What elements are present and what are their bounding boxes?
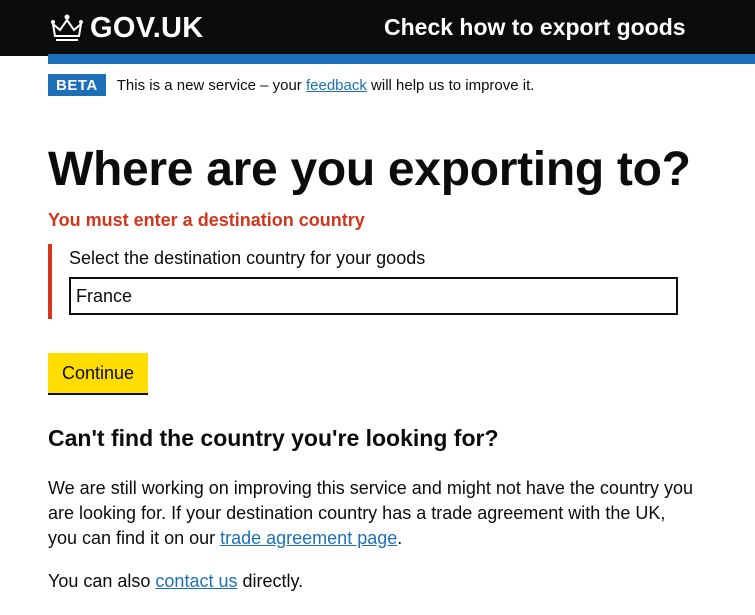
phase-banner-text: This is a new service – your feedback wi… bbox=[117, 77, 535, 94]
error-message: You must enter a destination country bbox=[48, 210, 365, 230]
logo-text: GOV.UK bbox=[90, 11, 204, 44]
help-heading: Can't find the country you're looking fo… bbox=[48, 425, 499, 451]
phase-banner: BETA This is a new service – your feedba… bbox=[48, 74, 755, 96]
site-header: GOV.UK Check how to export goods bbox=[0, 0, 755, 56]
error-field-block: Select the destination country for your … bbox=[48, 243, 688, 320]
phase-text-after: will help us to improve it. bbox=[366, 76, 535, 94]
beta-tag: BETA bbox=[48, 74, 106, 96]
page-title: Where are you exporting to? bbox=[48, 143, 691, 196]
continue-button[interactable]: Continue bbox=[48, 353, 148, 393]
contact-paragraph-end: directly. bbox=[237, 571, 304, 591]
destination-country-label: Select the destination country for your … bbox=[69, 247, 426, 268]
header-blue-stripe bbox=[48, 54, 755, 64]
destination-country-input[interactable] bbox=[69, 277, 678, 316]
service-name-link[interactable]: Check how to export goods bbox=[384, 14, 686, 41]
contact-paragraph: You can also contact us directly. bbox=[48, 569, 698, 594]
help-paragraph-end: . bbox=[397, 528, 403, 548]
help-paragraph: We are still working on improving this s… bbox=[48, 476, 698, 551]
contact-paragraph-text: You can also bbox=[48, 571, 156, 591]
crown-icon bbox=[51, 14, 83, 41]
destination-form-group: You must enter a destination country Sel… bbox=[48, 210, 688, 320]
phase-text-before: This is a new service – your bbox=[116, 76, 306, 94]
govuk-logo-link[interactable]: GOV.UK bbox=[50, 10, 204, 46]
trade-agreement-link[interactable]: trade agreement page bbox=[220, 528, 397, 548]
feedback-link[interactable]: feedback bbox=[306, 77, 367, 94]
contact-us-link[interactable]: contact us bbox=[155, 571, 237, 591]
